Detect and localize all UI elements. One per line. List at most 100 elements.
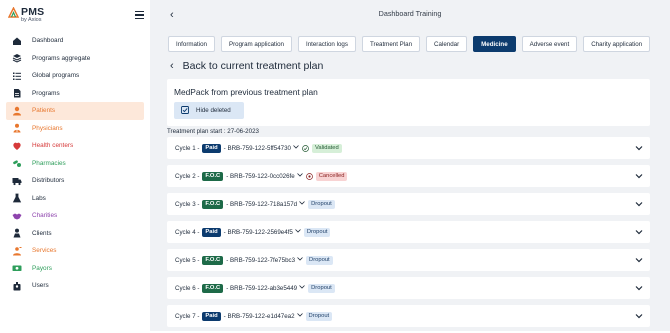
payment-type-badge: F.O.C xyxy=(202,283,224,293)
hide-deleted-button[interactable]: Hide deleted xyxy=(174,102,244,119)
cycle-label: Cycle 6 - xyxy=(175,284,200,292)
payment-type-badge: Paid xyxy=(202,143,221,153)
cycle-list: Cycle 1 - Paid - BRB-759-122-5ff54730 Valid… xyxy=(167,137,650,333)
doctor-icon xyxy=(12,123,22,133)
expand-chevron-icon[interactable] xyxy=(634,199,644,209)
cycle-label: Cycle 4 - xyxy=(175,228,200,236)
document-icon xyxy=(12,88,22,98)
cycle-code: - BRB-759-122-ab3e5449 xyxy=(226,284,298,292)
tab-calendar[interactable]: Calendar xyxy=(426,36,468,52)
truck-icon xyxy=(12,176,22,186)
cycle-code: - BRB-759-122-7fe75bc3 xyxy=(226,256,296,264)
sidebar-item-label: Charities xyxy=(32,212,58,220)
chevron-down-icon[interactable] xyxy=(299,201,305,207)
back-to-treatment-plan-link[interactable]: ‹ Back to current treatment plan xyxy=(170,60,323,72)
app-logo[interactable]: PMS by Axios xyxy=(8,6,44,23)
pills-icon xyxy=(12,158,22,168)
tab-information[interactable]: Information xyxy=(168,36,215,52)
sidebar-item-labs[interactable]: Labs xyxy=(6,190,144,208)
sidebar-item-label: Labs xyxy=(32,194,46,202)
chevron-down-icon[interactable] xyxy=(297,257,303,263)
heart-icon xyxy=(12,141,22,151)
checkbox-icon xyxy=(181,105,189,116)
chevron-down-icon[interactable] xyxy=(296,313,303,319)
sidebar-nav: Dashboard Programs aggregate Global progra… xyxy=(6,32,144,295)
sidebar: PMS by Axios Dashboard Programs aggregate… xyxy=(0,0,150,331)
sidebar-item-label: Physicians xyxy=(32,124,63,132)
tab-treatment-plan[interactable]: Treatment Plan xyxy=(361,36,421,52)
sidebar-item-label: Global programs xyxy=(32,72,80,80)
sidebar-item-services[interactable]: Services xyxy=(6,242,144,260)
hide-deleted-label: Hide deleted xyxy=(196,107,231,114)
sidebar-item-programs-aggregate[interactable]: Programs aggregate xyxy=(6,50,144,68)
tab-medicine[interactable]: Medicine xyxy=(473,36,516,52)
medpack-title: MedPack from previous treatment plan xyxy=(174,87,318,97)
cycle-row[interactable]: Cycle 2 - F.O.C - BRB-759-122-0cc026fe Canc… xyxy=(167,165,650,187)
cycle-label: Cycle 7 - xyxy=(175,312,200,320)
sidebar-item-payors[interactable]: Payors xyxy=(6,260,144,278)
cycle-code: - BRB-759-122-2569e4f5 xyxy=(223,228,293,236)
chevron-down-icon[interactable] xyxy=(296,173,303,179)
tab-charity-application[interactable]: Charity application xyxy=(583,36,651,52)
home-icon xyxy=(12,36,22,46)
menu-toggle-icon[interactable] xyxy=(135,11,144,19)
tab-adverse-event[interactable]: Adverse event xyxy=(521,36,578,52)
status-badge: Dropout xyxy=(308,283,335,293)
logo-icon xyxy=(8,6,19,18)
cycle-label: Cycle 5 - xyxy=(175,256,200,264)
stop-circle-icon xyxy=(305,172,313,180)
sidebar-item-distributors[interactable]: Distributors xyxy=(6,172,144,190)
cycle-row[interactable]: Cycle 7 - Paid - BRB-759-122-e1d47ea2 Dropo… xyxy=(167,305,650,327)
sidebar-item-dashboard[interactable]: Dashboard xyxy=(6,32,144,50)
page-header-title: Dashboard Training xyxy=(378,9,442,18)
sidebar-item-global-programs[interactable]: Global programs xyxy=(6,67,144,85)
check-circle-icon xyxy=(302,144,309,152)
status-badge: Dropout xyxy=(306,255,333,265)
tab-interaction-logs[interactable]: Interaction logs xyxy=(297,36,356,52)
payment-type-badge: F.O.C xyxy=(202,199,224,209)
tab-program-application[interactable]: Program application xyxy=(220,36,292,52)
status-badge: Dropout xyxy=(303,227,331,237)
cycle-row[interactable]: Cycle 1 - Paid - BRB-759-122-5ff54730 Valid… xyxy=(167,137,650,159)
chevron-down-icon[interactable] xyxy=(293,145,299,151)
sidebar-item-programs[interactable]: Programs xyxy=(6,85,144,103)
sidebar-item-label: Payors xyxy=(32,264,52,272)
payment-type-badge: Paid xyxy=(202,227,221,237)
expand-chevron-icon[interactable] xyxy=(634,143,644,153)
sidebar-item-label: Programs xyxy=(32,89,60,97)
sidebar-item-label: Clients xyxy=(32,229,52,237)
expand-chevron-icon[interactable] xyxy=(634,171,644,181)
cycle-label: Cycle 1 - xyxy=(175,144,200,152)
sidebar-item-pharmacies[interactable]: Pharmacies xyxy=(6,155,144,173)
treatment-plan-start: Treatment plan start : 27-06-2023 xyxy=(167,128,259,135)
sidebar-item-clients[interactable]: Clients xyxy=(6,225,144,243)
money-icon xyxy=(12,263,22,273)
sidebar-item-label: Pharmacies xyxy=(32,159,66,167)
back-arrow-icon[interactable]: ‹ xyxy=(170,9,174,21)
payment-type-badge: F.O.C xyxy=(202,255,224,265)
cycle-row[interactable]: Cycle 4 - Paid - BRB-759-122-2569e4f5 Dropo… xyxy=(167,221,650,243)
chevron-down-icon[interactable] xyxy=(299,285,305,291)
expand-chevron-icon[interactable] xyxy=(634,227,644,237)
cycle-row[interactable]: Cycle 3 - F.O.C - BRB-759-122-718a157d Drop… xyxy=(167,193,650,215)
sidebar-item-health-centers[interactable]: Health centers xyxy=(6,137,144,155)
sidebar-item-users[interactable]: Users xyxy=(6,277,144,295)
cycle-code: - BRB-759-122-0cc026fe xyxy=(226,172,295,180)
person-icon xyxy=(12,106,22,116)
sidebar-item-charities[interactable]: Charities xyxy=(6,207,144,225)
sidebar-item-label: Patients xyxy=(32,107,56,115)
cycle-row[interactable]: Cycle 6 - F.O.C - BRB-759-122-ab3e5449 Drop… xyxy=(167,277,650,299)
flask-icon xyxy=(12,193,22,203)
expand-chevron-icon[interactable] xyxy=(634,283,644,293)
expand-chevron-icon[interactable] xyxy=(634,255,644,265)
sidebar-item-label: Programs aggregate xyxy=(32,54,91,62)
cycle-row[interactable]: Cycle 5 - F.O.C - BRB-759-122-7fe75bc3 Drop… xyxy=(167,249,650,271)
expand-chevron-icon[interactable] xyxy=(634,311,644,321)
chevron-down-icon[interactable] xyxy=(295,229,301,235)
sidebar-item-physicians[interactable]: Physicians xyxy=(6,120,144,138)
cycle-label: Cycle 3 - xyxy=(175,200,200,208)
main-content: Dashboard Training ‹ Information Program … xyxy=(150,0,670,331)
cycle-code: - BRB-759-122-5ff54730 xyxy=(223,144,291,152)
sidebar-item-patients[interactable]: Patients xyxy=(6,102,144,120)
payment-type-badge: F.O.C xyxy=(202,171,224,181)
